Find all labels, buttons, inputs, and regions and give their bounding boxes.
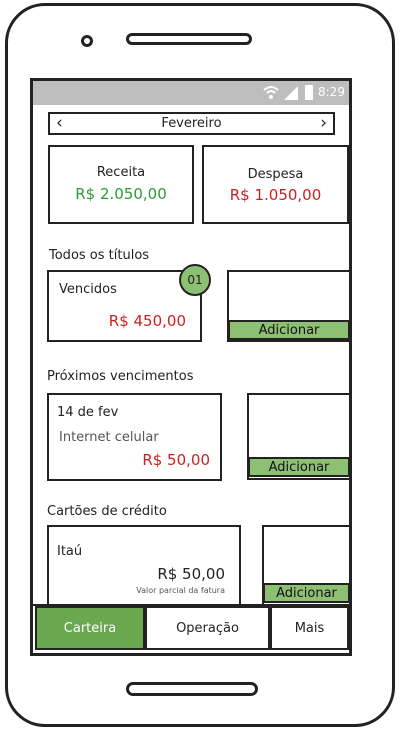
next-month-button[interactable]: › [320, 113, 327, 133]
vencimentos-add-label: Adicionar [268, 459, 330, 475]
screen: 8:29 ‹ Fevereiro › Receita R$ 2.050,00 D… [30, 78, 352, 656]
despesa-label: Despesa [247, 167, 304, 182]
credit-card-caption: Valor parcial da fatura [136, 586, 225, 595]
receita-card[interactable]: Receita R$ 2.050,00 [48, 145, 194, 224]
cartoes-add-label: Adicionar [276, 585, 337, 601]
tab-mais[interactable]: Mais [270, 606, 349, 650]
despesa-value: R$ 1.050,00 [229, 186, 322, 204]
despesa-card[interactable]: Despesa R$ 1.050,00 [202, 145, 349, 224]
status-time: 8:29 [318, 85, 345, 99]
titulos-add-button[interactable]: Adicionar [228, 320, 349, 340]
vencimento-amount: R$ 50,00 [142, 451, 210, 469]
vencidos-count: 01 [187, 273, 203, 287]
receita-value: R$ 2.050,00 [75, 185, 167, 203]
cartoes-add-button[interactable]: Adicionar [263, 583, 349, 603]
tab-carteira-label: Carteira [63, 620, 117, 636]
speaker-slot [126, 33, 252, 45]
vencimento-description: Internet celular [59, 430, 159, 445]
receita-label: Receita [96, 165, 146, 180]
vencimentos-section-title: Próximos vencimentos [47, 369, 194, 384]
wifi-icon [263, 84, 279, 100]
status-bar: 8:29 [33, 81, 349, 105]
vencimento-card[interactable]: 14 de fev Internet celular R$ 50,00 [47, 393, 222, 481]
credit-card-amount: R$ 50,00 [157, 565, 225, 583]
tab-carteira[interactable]: Carteira [35, 606, 145, 650]
vencidos-count-badge: 01 [179, 264, 211, 296]
vencimento-date: 14 de fev [57, 405, 119, 420]
bottom-nav: Carteira Operação Mais [33, 604, 349, 650]
vencidos-amount: R$ 450,00 [108, 312, 186, 330]
credit-card-item[interactable]: Itaú R$ 50,00 Valor parcial da fatura [47, 525, 241, 615]
camera-dot [81, 35, 93, 47]
home-button[interactable] [126, 682, 258, 696]
cartoes-section-title: Cartões de crédito [47, 504, 167, 519]
signal-icon [283, 85, 299, 101]
tab-operacao-label: Operação [176, 620, 239, 636]
vencidos-label: Vencidos [59, 282, 117, 297]
battery-icon [305, 85, 313, 100]
titulos-section-title: Todos os títulos [49, 248, 150, 263]
credit-card-bank: Itaú [57, 544, 83, 559]
titulos-add-label: Adicionar [258, 322, 320, 338]
tab-operacao[interactable]: Operação [145, 606, 270, 650]
month-selector: ‹ Fevereiro › [48, 112, 335, 135]
tab-mais-label: Mais [294, 620, 325, 636]
vencimentos-add-button[interactable]: Adicionar [248, 457, 349, 477]
month-label: Fevereiro [161, 116, 222, 131]
